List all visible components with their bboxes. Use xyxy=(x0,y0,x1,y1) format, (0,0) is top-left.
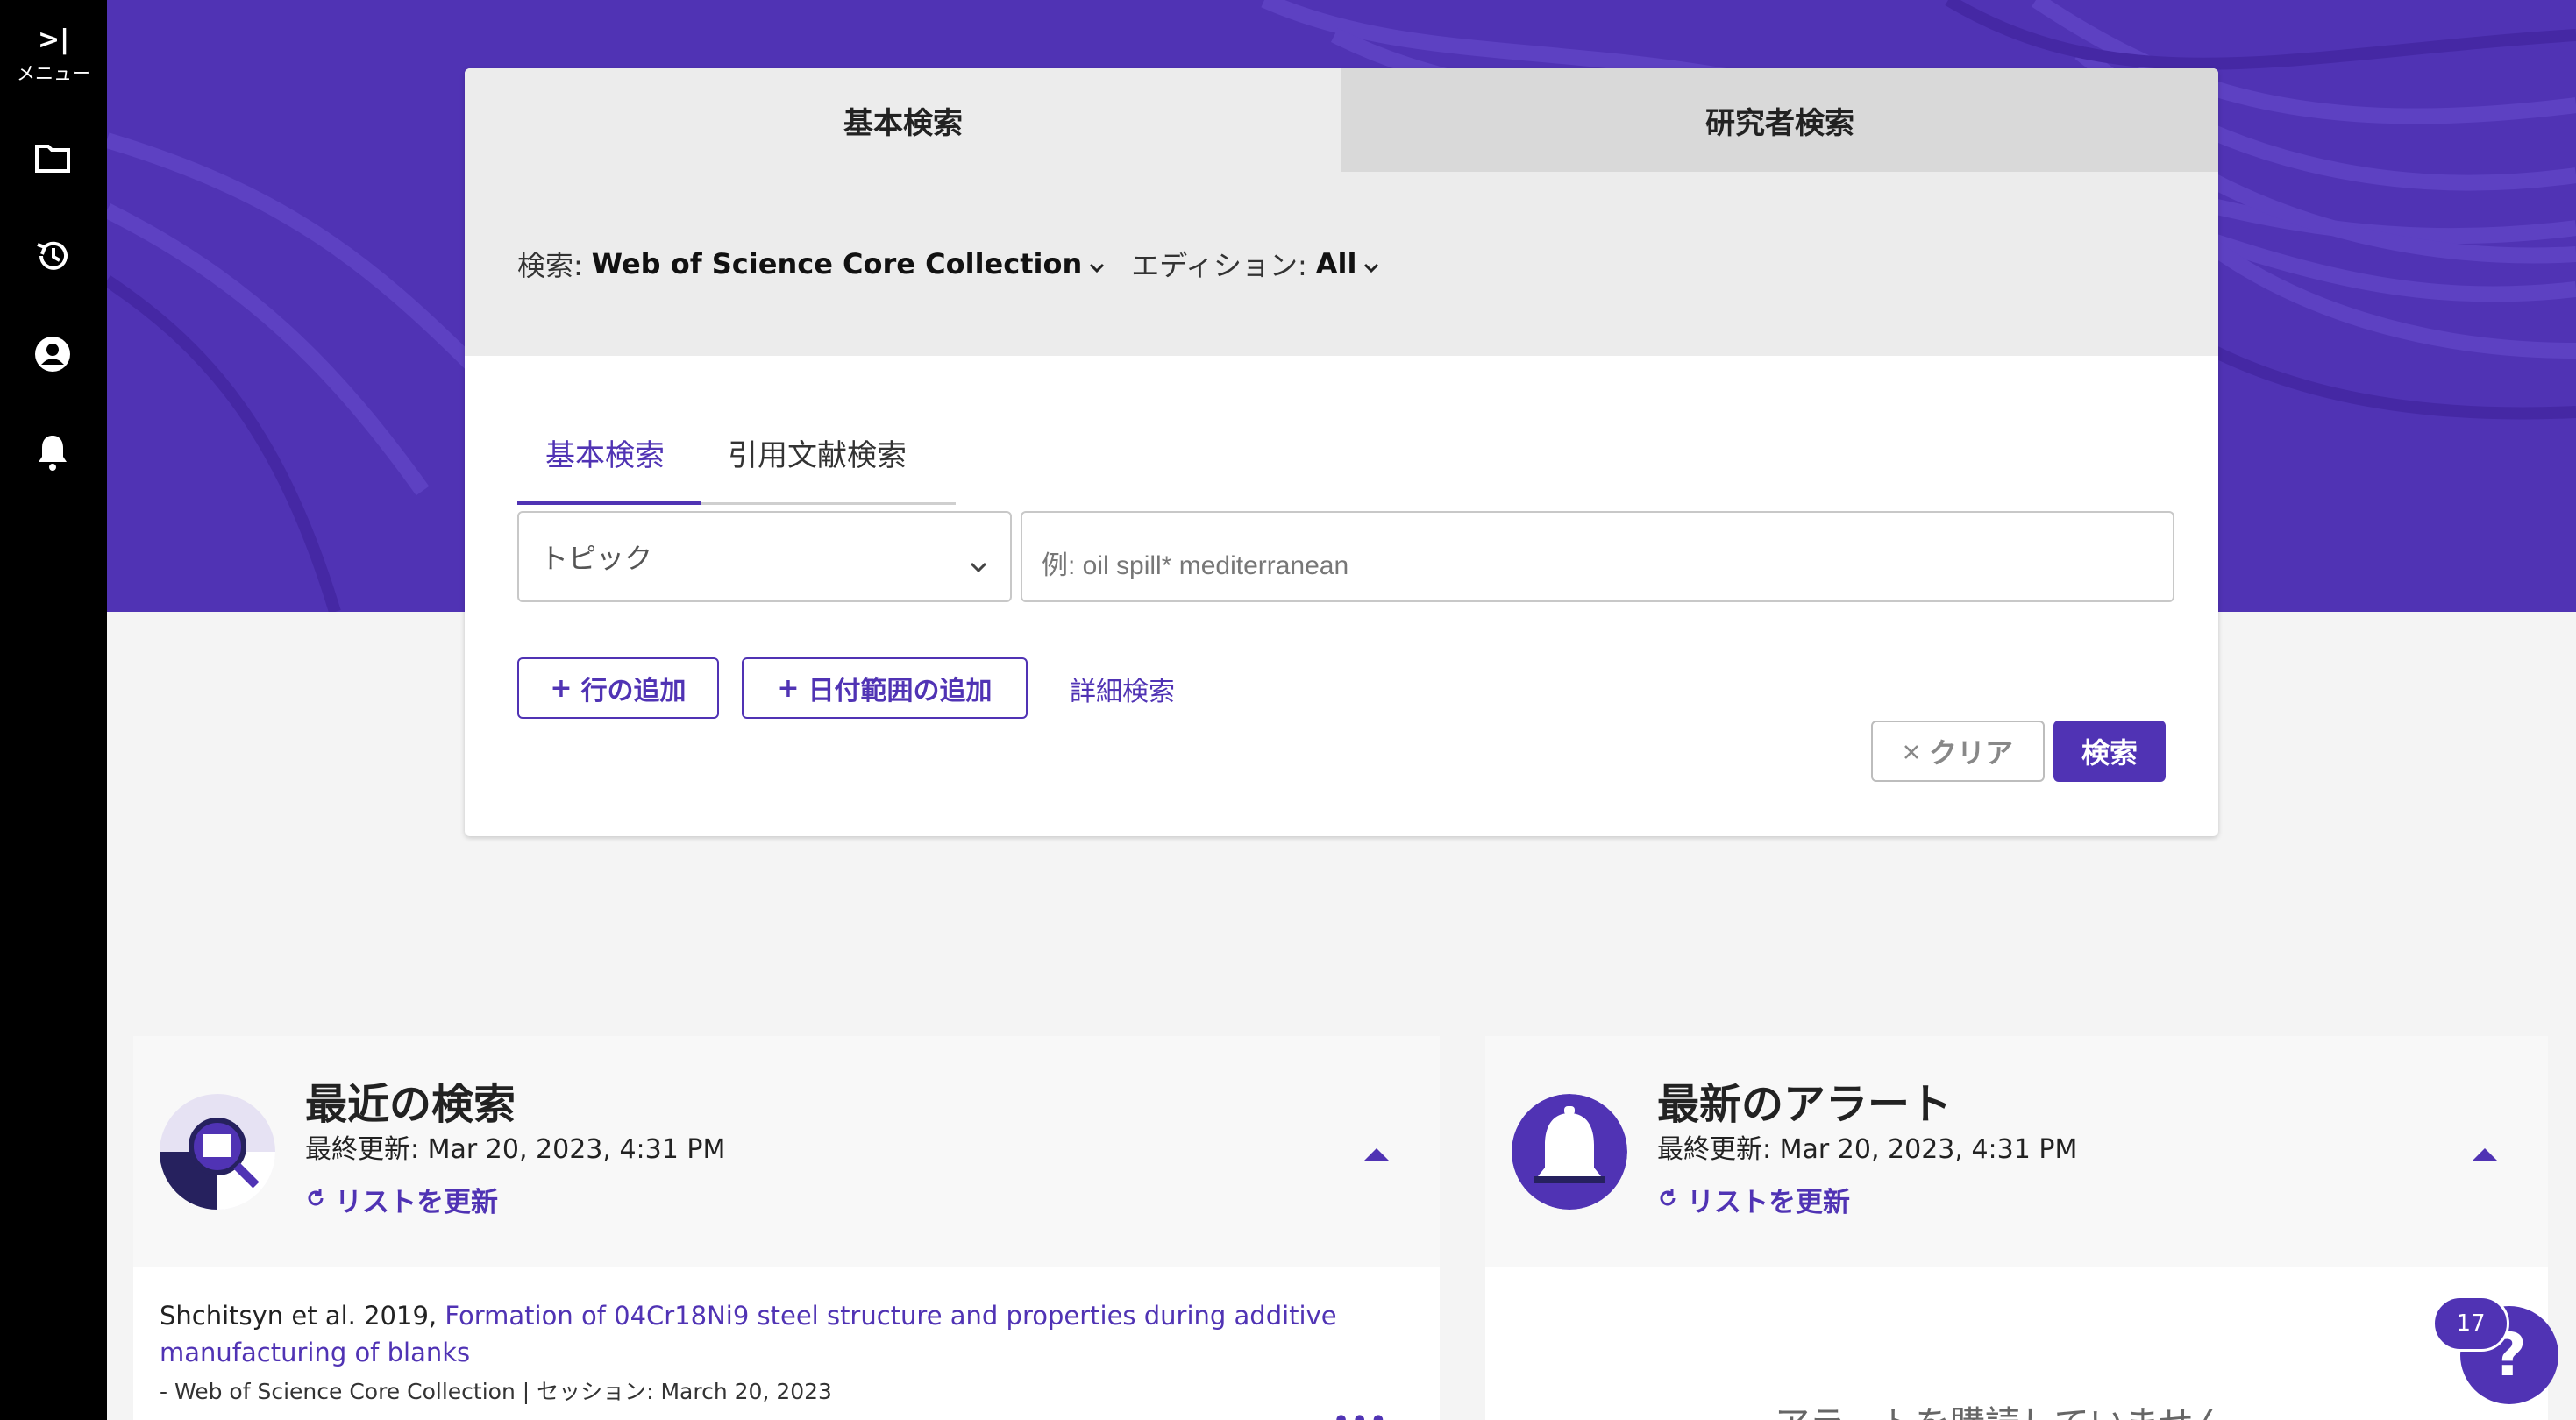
recent-item-authors: Shchitsyn et al. 2019, xyxy=(160,1301,438,1331)
close-icon xyxy=(1903,735,1920,768)
edition-dropdown[interactable]: All xyxy=(1316,247,1357,280)
search-field-value: トピック xyxy=(540,542,653,575)
collection-bar: 検索: Web of Science Core Collection エディショ… xyxy=(465,172,2218,356)
alerts-panel: 最新のアラート 最終更新: Mar 20, 2023, 4:31 PM リストを… xyxy=(1485,1036,2548,1420)
collapse-up-icon[interactable] xyxy=(1364,1148,1389,1161)
recent-search-icon xyxy=(160,1094,275,1210)
alerts-empty-message: アラートを購読していません xyxy=(1775,1395,2229,1420)
chevron-down-icon xyxy=(1363,247,1379,280)
tab-researcher-search[interactable]: 研究者検索 xyxy=(1341,68,2218,172)
collection-dropdown[interactable]: Web of Science Core Collection xyxy=(592,247,1082,280)
alerts-title: 最新のアラート xyxy=(1657,1080,1953,1129)
recent-refresh-label: リストを更新 xyxy=(335,1187,498,1218)
alerts-refresh-button[interactable]: リストを更新 xyxy=(1657,1180,1850,1219)
menu-toggle-button[interactable]: >| メニュー xyxy=(0,25,107,86)
edition-label: エディション: xyxy=(1131,249,1307,282)
history-icon[interactable] xyxy=(32,235,74,277)
clear-button[interactable]: クリア xyxy=(1871,721,2045,782)
recent-search-item: Shchitsyn et al. 2019, Formation of 04Cr… xyxy=(160,1297,1405,1371)
search-button[interactable]: 検索 xyxy=(2053,721,2166,782)
search-type-tabs: 基本検索 研究者検索 xyxy=(465,68,2218,172)
recent-searches-title: 最近の検索 xyxy=(305,1080,516,1129)
folder-icon[interactable] xyxy=(32,137,74,179)
plus-icon: + xyxy=(550,672,573,704)
alerts-refresh-label: リストを更新 xyxy=(1687,1187,1850,1218)
recent-searches-header: 最近の検索 最終更新: Mar 20, 2023, 4:31 PM リストを更新 xyxy=(133,1036,1440,1267)
recent-searches-panel: 最近の検索 最終更新: Mar 20, 2023, 4:31 PM リストを更新… xyxy=(133,1036,1440,1420)
recent-item-meta: - Web of Science Core Collection | セッション… xyxy=(160,1379,832,1404)
collapse-up-icon[interactable] xyxy=(2473,1148,2497,1161)
search-query-input[interactable] xyxy=(1021,511,2174,602)
help-count-badge: 17 xyxy=(2432,1296,2509,1352)
refresh-icon xyxy=(1657,1184,1678,1216)
plus-icon: + xyxy=(777,672,800,704)
active-subtab-indicator xyxy=(517,501,701,505)
chevron-down-icon xyxy=(1089,247,1105,280)
add-date-range-label: 日付範囲の追加 xyxy=(808,676,993,706)
alerts-header: 最新のアラート 最終更新: Mar 20, 2023, 4:31 PM リストを… xyxy=(1485,1036,2548,1267)
subtab-cited-reference-search[interactable]: 引用文献検索 xyxy=(728,431,907,474)
tab-basic-search[interactable]: 基本検索 xyxy=(465,68,1341,172)
alerts-last-updated: 最終更新: Mar 20, 2023, 4:31 PM xyxy=(1657,1134,2078,1165)
refresh-icon xyxy=(305,1184,326,1216)
menu-expand-icon: >| xyxy=(37,25,70,55)
bell-icon[interactable] xyxy=(32,431,74,473)
chevron-down-icon xyxy=(970,548,987,581)
more-options-icon[interactable]: ••• xyxy=(1333,1406,1389,1420)
menu-label: メニュー xyxy=(17,63,90,84)
clear-label: クリア xyxy=(1928,736,2013,770)
add-row-label: 行の追加 xyxy=(580,676,687,706)
subtab-basic-search[interactable]: 基本検索 xyxy=(545,431,665,474)
recent-last-updated: 最終更新: Mar 20, 2023, 4:31 PM xyxy=(305,1134,726,1165)
search-mode-subtabs: 基本検索 引用文献検索 xyxy=(517,356,956,505)
alert-bell-icon xyxy=(1512,1094,1627,1210)
account-icon[interactable] xyxy=(32,333,74,375)
collection-label: 検索: xyxy=(517,249,583,282)
advanced-search-link[interactable]: 詳細検索 xyxy=(1070,670,1175,708)
search-card: 基本検索 研究者検索 検索: Web of Science Core Colle… xyxy=(465,68,2218,836)
add-date-range-button[interactable]: + 日付範囲の追加 xyxy=(742,657,1028,719)
add-row-button[interactable]: + 行の追加 xyxy=(517,657,719,719)
recent-refresh-button[interactable]: リストを更新 xyxy=(305,1180,498,1219)
search-field-select[interactable]: トピック xyxy=(517,511,1012,602)
left-rail: >| メニュー xyxy=(0,0,107,1420)
